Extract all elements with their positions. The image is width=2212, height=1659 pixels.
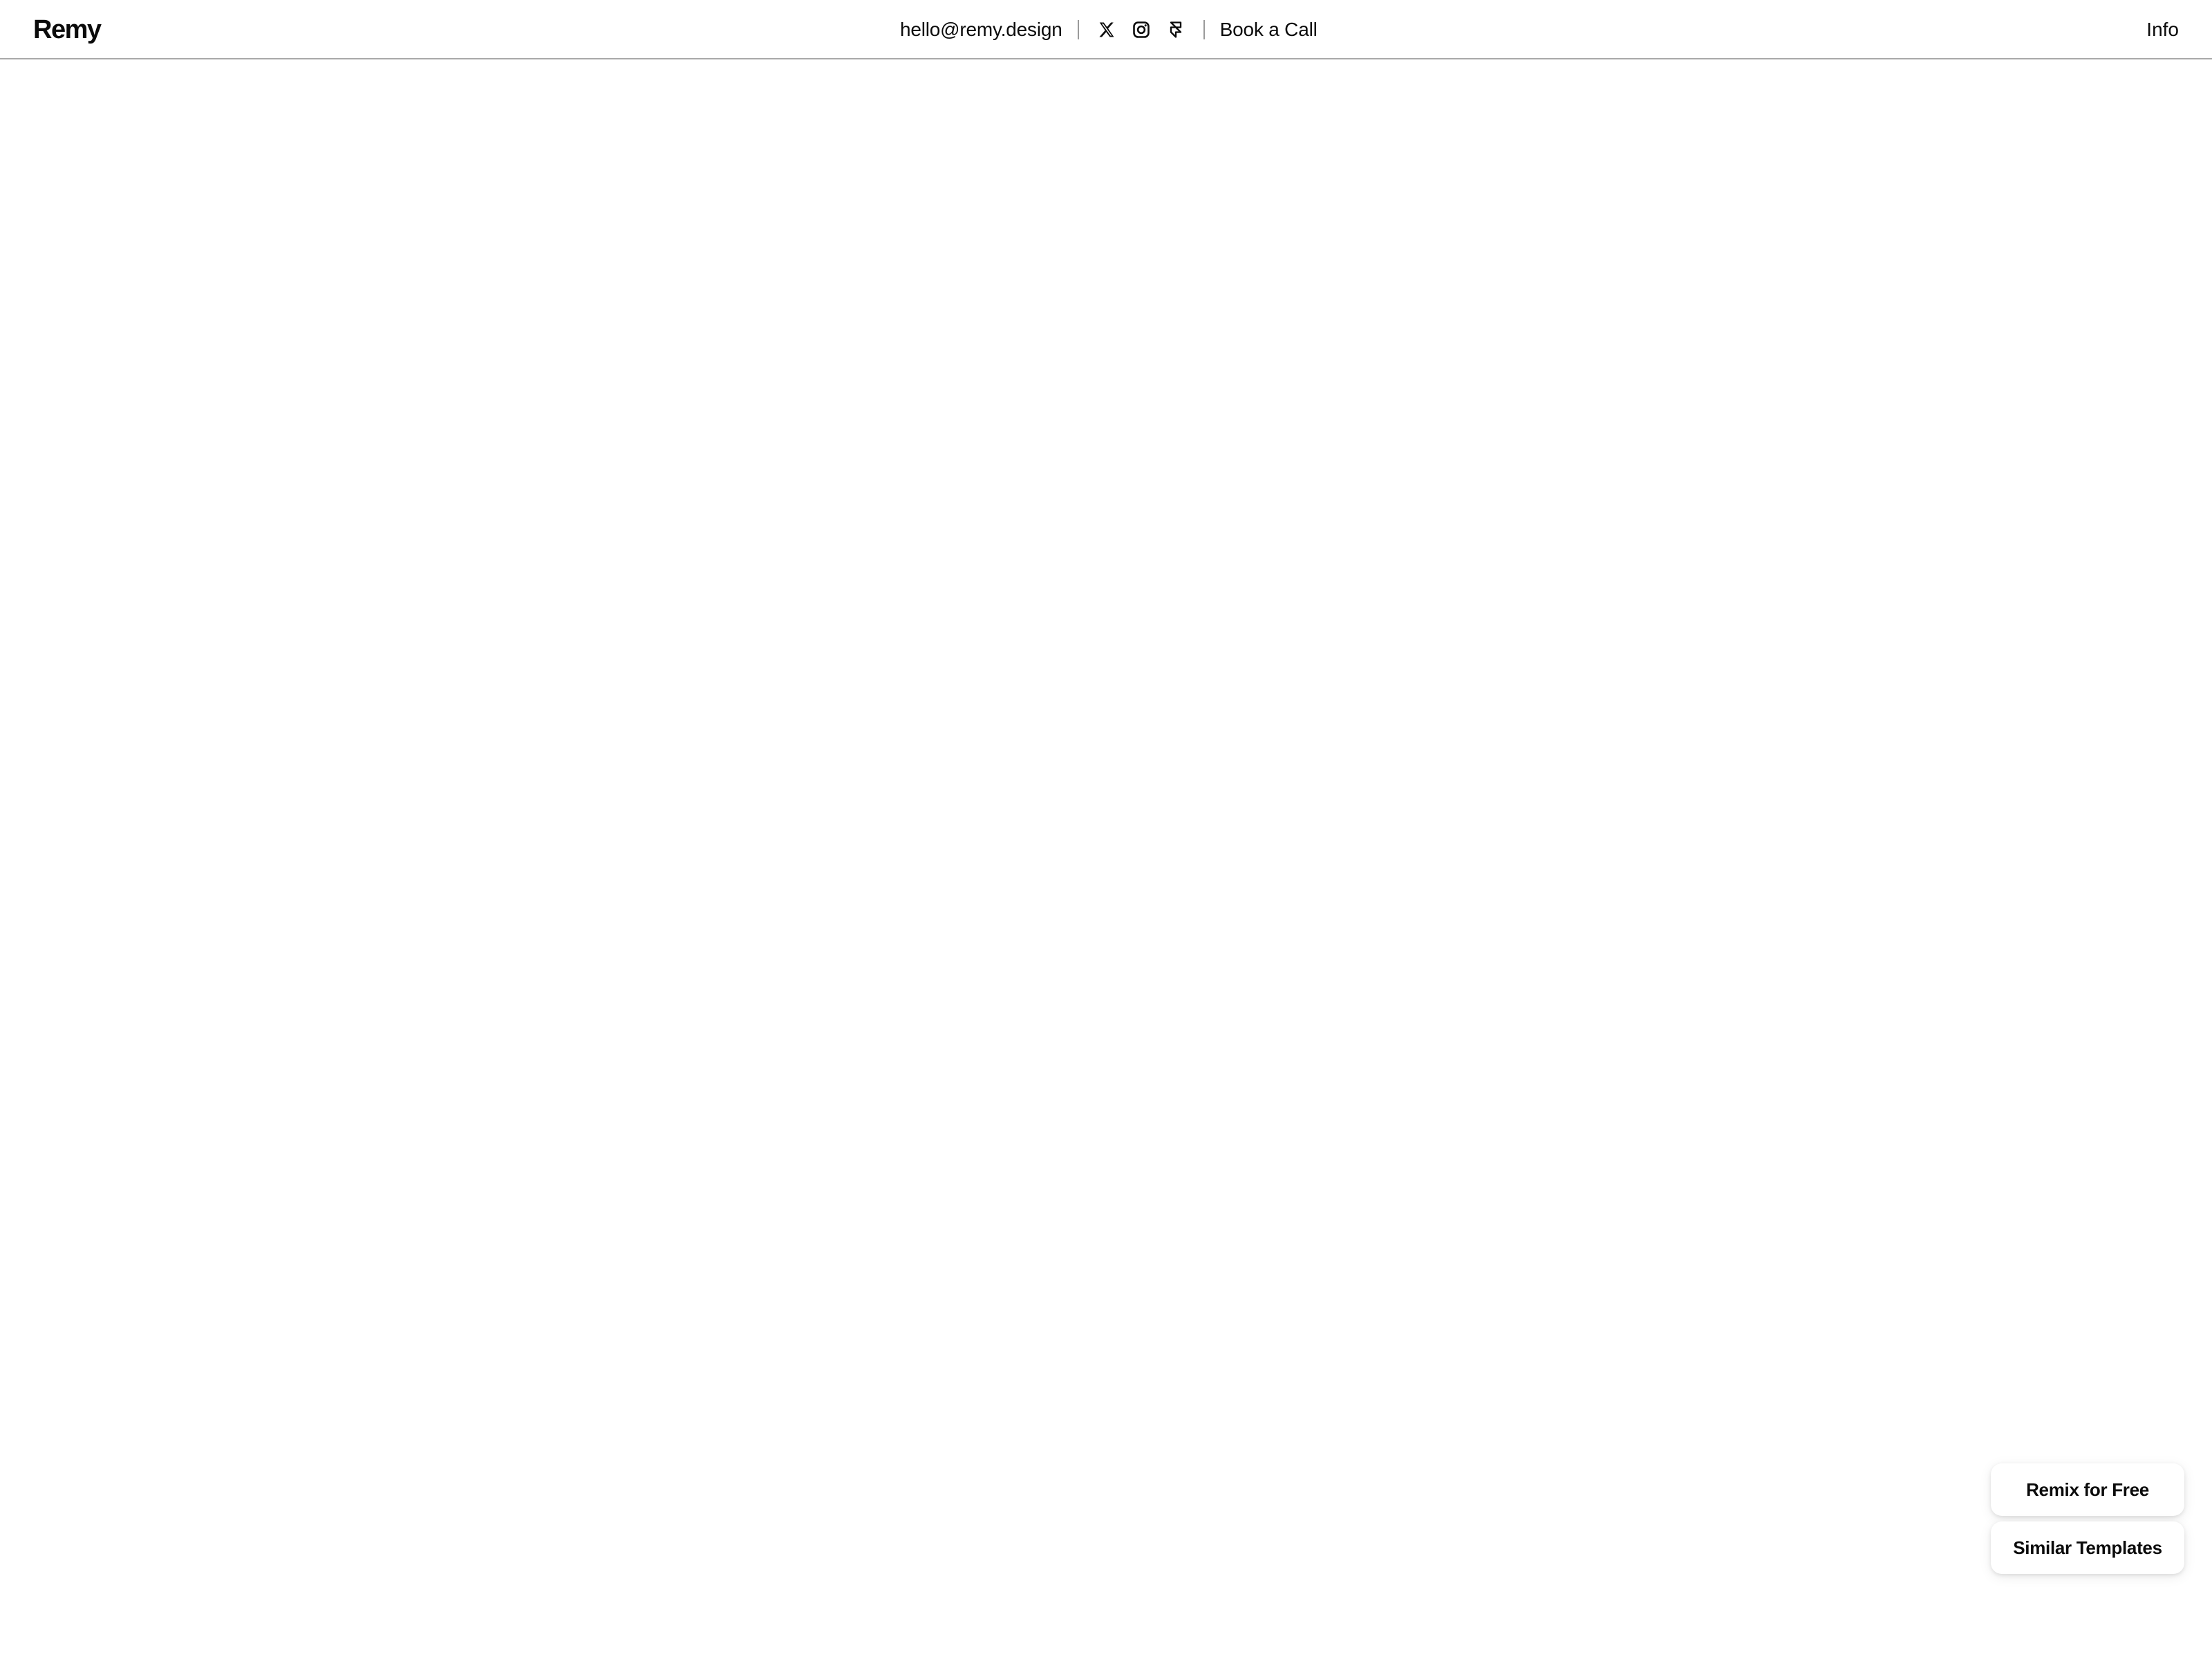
nav-divider [1203,20,1205,39]
top-navigation-bar: Remy hello@remy.design Book a Call Info [0,0,2212,59]
framer-icon[interactable] [1166,20,1185,39]
remix-for-free-button[interactable]: Remix for Free [1991,1463,2184,1516]
logo[interactable]: Remy [33,0,102,59]
floating-action-stack: Remix for Free Similar Templates [1991,1463,2184,1580]
email-link[interactable]: hello@remy.design [900,19,1062,41]
contact-nav: hello@remy.design Book a Call [900,0,1318,59]
similar-templates-button[interactable]: Similar Templates [1991,1521,2184,1574]
instagram-icon[interactable] [1132,20,1151,39]
info-link[interactable]: Info [2146,0,2179,59]
page: Remy hello@remy.design Book a Call Info … [0,0,2212,1659]
book-call-link[interactable]: Book a Call [1220,19,1318,41]
x-icon[interactable] [1097,20,1116,39]
social-links [1097,20,1185,39]
nav-divider [1077,20,1079,39]
